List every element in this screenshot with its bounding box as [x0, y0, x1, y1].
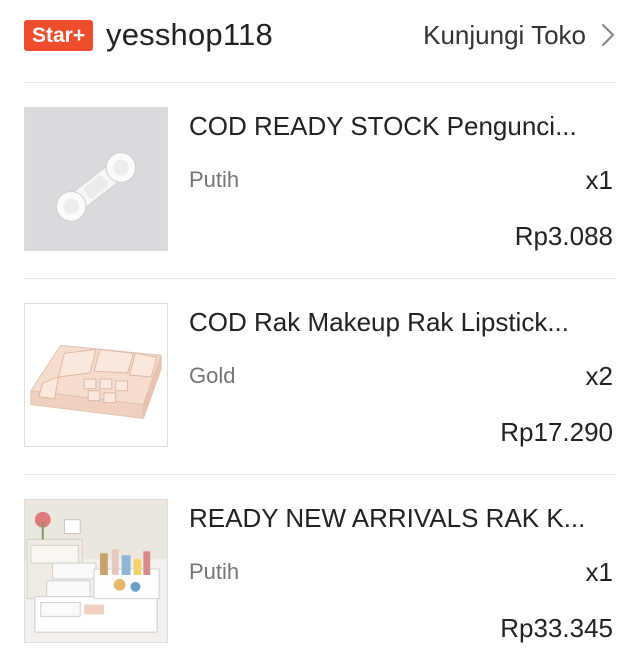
- product-title[interactable]: READY NEW ARRIVALS RAK K...: [189, 501, 609, 535]
- product-price: Rp33.345: [500, 613, 613, 643]
- order-item[interactable]: COD Rak Makeup Rak Lipstick... Gold x2 R…: [0, 279, 640, 475]
- product-thumbnail[interactable]: [24, 303, 168, 447]
- visit-shop-button[interactable]: Kunjungi Toko: [423, 18, 616, 52]
- product-quantity: x1: [585, 165, 613, 195]
- product-variant: Putih: [189, 167, 240, 192]
- order-item[interactable]: COD READY STOCK Pengunci... Putih x1 Rp3…: [0, 83, 640, 279]
- white-cabinet-lock-image: [25, 108, 167, 250]
- product-thumbnail[interactable]: [24, 107, 168, 251]
- makeup-organizer-tray-image: [25, 304, 167, 446]
- visit-shop-label: Kunjungi Toko: [423, 20, 586, 50]
- star-plus-badge: Star+: [24, 20, 94, 51]
- product-quantity: x1: [585, 557, 613, 587]
- product-price: Rp17.290: [500, 417, 613, 447]
- product-thumbnail[interactable]: [24, 499, 168, 643]
- product-quantity: x2: [585, 361, 613, 391]
- product-title[interactable]: COD Rak Makeup Rak Lipstick...: [189, 305, 609, 339]
- shop-header: Star+ yesshop118 Kunjungi Toko: [0, 0, 640, 82]
- shop-name[interactable]: yesshop118: [106, 16, 273, 54]
- product-variant: Putih: [189, 559, 240, 584]
- product-variant: Gold: [189, 363, 236, 388]
- product-title[interactable]: COD READY STOCK Pengunci...: [189, 109, 609, 143]
- drawer-rack-with-cosmetics-image: [25, 500, 167, 642]
- product-price: Rp3.088: [514, 221, 613, 251]
- order-item[interactable]: READY NEW ARRIVALS RAK K... Putih x1 Rp3…: [0, 475, 640, 662]
- chevron-right-icon: [601, 23, 615, 47]
